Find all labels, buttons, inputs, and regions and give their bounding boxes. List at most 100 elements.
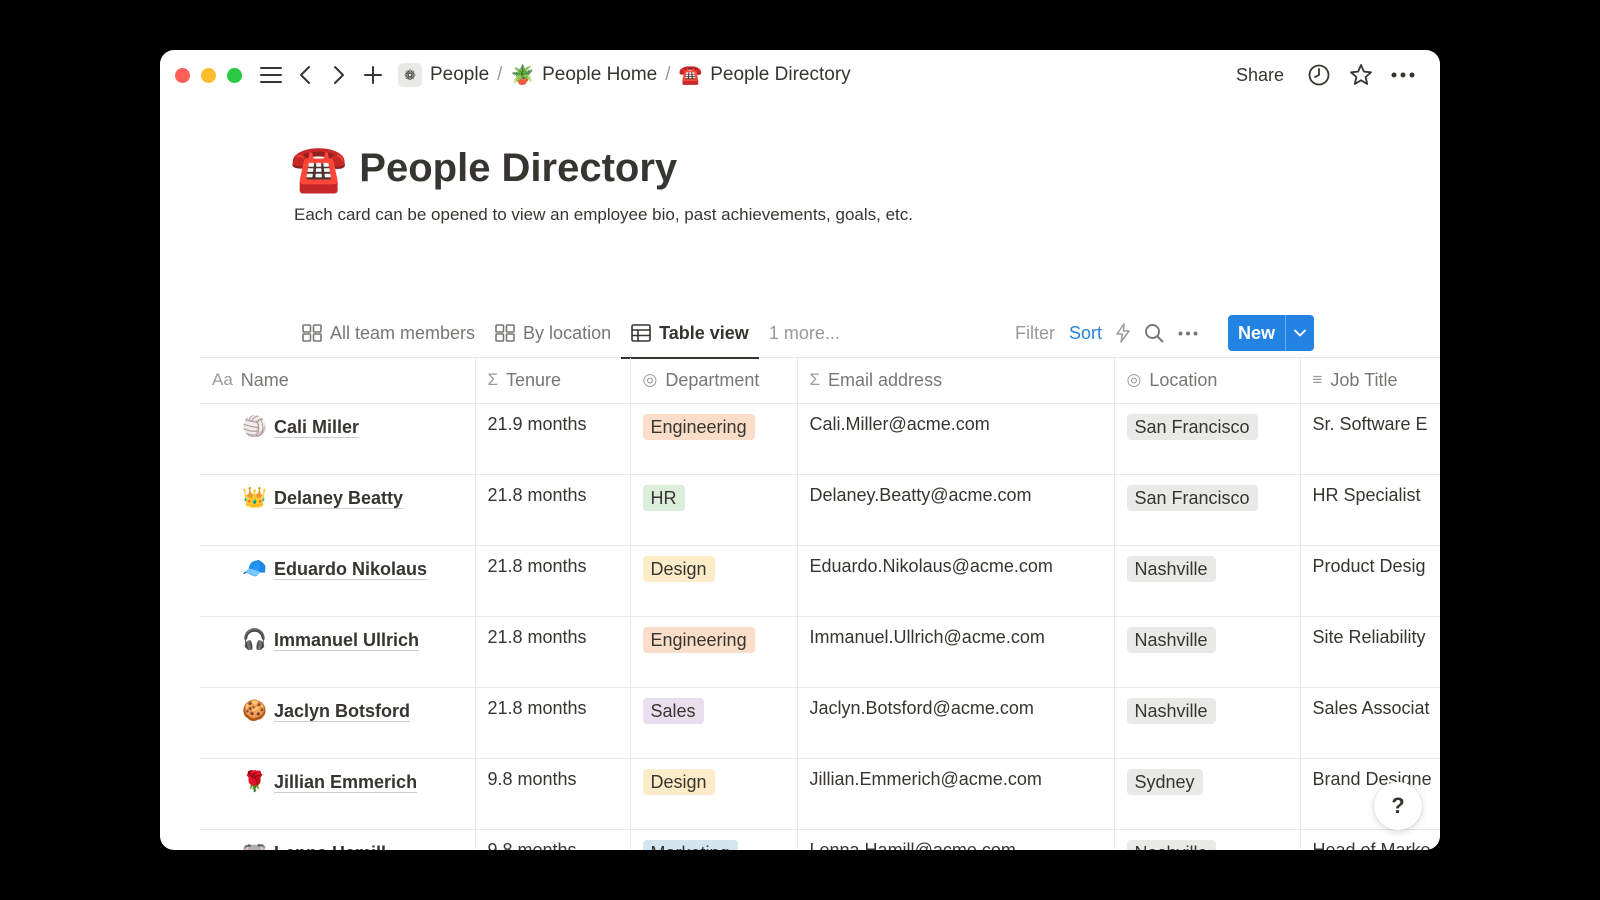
cell-location[interactable]: Nashville [1114,616,1301,688]
cell-name[interactable]: 🏐 Cali Miller [200,403,476,475]
clock-icon[interactable] [1304,60,1334,90]
column-header-content: ≡ Job Title [1313,370,1439,391]
cell-email[interactable]: Cali.Miller@acme.com [797,403,1115,475]
more-options-icon[interactable] [1388,60,1418,90]
tab-all-team-members[interactable]: All team members [292,308,485,358]
cell-name[interactable]: 🍪 Jaclyn Botsford [200,687,476,759]
cell-job-title[interactable]: Product Desig [1300,545,1440,617]
cell-department[interactable]: Engineering [630,616,798,688]
sidebar-menu-icon[interactable] [256,60,286,90]
row-name-link[interactable]: Jillian Emmerich [274,771,418,793]
column-header-job-title[interactable]: ≡ Job Title [1300,358,1440,404]
cell-email[interactable]: Immanuel.Ullrich@acme.com [797,616,1115,688]
cell-location[interactable]: Nashville [1114,545,1301,617]
back-icon[interactable] [290,60,320,90]
forward-icon[interactable] [324,60,354,90]
tab-by-location[interactable]: By location [485,308,621,358]
cell-name[interactable]: 👑 Delaney Beatty [200,474,476,546]
table-row[interactable]: 🏐 Cali Miller 21.9 months Engineering Cali.M… [200,403,1440,475]
column-header-department[interactable]: ◎ Department [630,358,798,404]
row-name-link[interactable]: Delaney Beatty [274,487,404,509]
row-name-link[interactable]: Eduardo Nikolaus [274,558,428,580]
table-row[interactable]: 🌹 Jillian Emmerich 9.8 months Design Jillian… [200,758,1440,830]
cell-email[interactable]: Eduardo.Nikolaus@acme.com [797,545,1115,617]
breadcrumb-people-home[interactable]: 🪴 People Home [506,62,661,88]
row-name-link[interactable]: Lenna Hamill [274,842,387,850]
row-name-link[interactable]: Jaclyn Botsford [274,700,411,722]
column-header-tenure[interactable]: Σ Tenure [475,358,631,404]
cell-department[interactable]: HR [630,474,798,546]
add-page-icon[interactable] [358,60,388,90]
column-header-location[interactable]: ◎ Location [1114,358,1301,404]
cell-email[interactable]: Jaclyn.Botsford@acme.com [797,687,1115,759]
cell-tenure[interactable]: 21.9 months [475,403,631,475]
cell-email[interactable]: Delaney.Beatty@acme.com [797,474,1115,546]
cell-tenure[interactable]: 21.8 months [475,474,631,546]
gallery-icon [302,324,322,342]
breadcrumb-people-directory[interactable]: ☎️ People Directory [675,62,855,88]
cell-tenure[interactable]: 21.8 months [475,616,631,688]
table-row[interactable]: 🧢 Eduardo Nikolaus 21.8 months Design Eduard… [200,545,1440,617]
cell-tenure[interactable]: 9.8 months [475,758,631,830]
table-row[interactable]: 🍪 Jaclyn Botsford 21.8 months Sales Jaclyn.B… [200,687,1440,759]
cell-department[interactable]: Sales [630,687,798,759]
table-row[interactable]: 🎧 Immanuel Ullrich 21.8 months Engineering I… [200,616,1440,688]
cell-location[interactable]: Nashville [1114,687,1301,759]
cell-tenure[interactable]: 21.8 months [475,687,631,759]
help-button[interactable]: ? [1374,782,1422,830]
page-telephone-icon[interactable]: ☎️ [290,145,347,191]
page-description[interactable]: Each card can be opened to view an emplo… [294,205,913,225]
cell-job-title[interactable]: Sr. Software E [1300,403,1440,475]
row-avatar-icon: 🎧 [242,628,267,651]
cell-name[interactable]: 🧢 Eduardo Nikolaus [200,545,476,617]
page-title[interactable]: People Directory [359,146,677,191]
sort-button[interactable]: Sort [1069,323,1102,344]
cell-location[interactable]: Sydney [1114,758,1301,830]
cell-location[interactable]: San Francisco [1114,403,1301,475]
more-options-icon[interactable] [1178,331,1198,336]
row-name-link[interactable]: Cali Miller [274,416,360,438]
column-header-label: Location [1149,369,1218,390]
cell-department[interactable]: Marketing [630,829,798,850]
row-avatar-icon: 👑 [242,486,267,509]
table-row[interactable]: 🐨 Lenna Hamill 9.8 months Marketing Lenna.Ha… [200,829,1440,850]
new-button[interactable]: New [1228,315,1285,351]
cell-tenure[interactable]: 9.8 months [475,829,631,850]
maximize-window-button[interactable] [227,67,242,83]
cell-department[interactable]: Engineering [630,403,798,475]
column-header-name[interactable]: Aa Name [200,358,476,404]
search-icon[interactable] [1144,323,1164,343]
cell-email[interactable]: Lenna.Hamill@acme.com [797,829,1115,850]
cell-name[interactable]: 🐨 Lenna Hamill [200,829,476,850]
cell-job-title[interactable]: Site Reliability [1300,616,1440,688]
cell-job-title[interactable]: HR Specialist [1300,474,1440,546]
automation-lightning-icon[interactable] [1116,323,1130,343]
cell-job-title[interactable]: Head of Marke [1300,829,1440,850]
more-views-button[interactable]: 1 more... [759,308,850,358]
select-property-icon: ◎ [642,370,658,390]
row-name-link[interactable]: Immanuel Ullrich [274,629,420,651]
share-button[interactable]: Share [1228,61,1292,90]
filter-button[interactable]: Filter [1015,323,1055,344]
people-table: Aa Name Σ Tenure ◎ Department Σ Email address ◎ L… [200,358,1440,850]
location-tag: San Francisco [1126,413,1258,440]
cell-location[interactable]: San Francisco [1114,474,1301,546]
cell-department[interactable]: Design [630,545,798,617]
minimize-window-button[interactable] [201,67,216,83]
cell-location[interactable]: Nashville [1114,829,1301,850]
star-icon[interactable] [1346,60,1376,90]
cell-department[interactable]: Design [630,758,798,830]
close-window-button[interactable] [175,67,190,83]
cell-tenure[interactable]: 21.8 months [475,545,631,617]
column-header-email-address[interactable]: Σ Email address [797,358,1115,404]
cell-name[interactable]: 🎧 Immanuel Ullrich [200,616,476,688]
page-title-row: ☎️ People Directory [290,145,913,191]
cell-name[interactable]: 🌹 Jillian Emmerich [200,758,476,830]
department-tag: HR [642,484,685,511]
cell-email[interactable]: Jillian.Emmerich@acme.com [797,758,1115,830]
new-options-chevron-down-icon[interactable] [1285,315,1314,351]
tab-table-view[interactable]: Table view [621,308,759,359]
table-row[interactable]: 👑 Delaney Beatty 21.8 months HR Delaney.Beat… [200,474,1440,546]
breadcrumb-workspace[interactable]: ❁ People [394,61,493,89]
cell-job-title[interactable]: Sales Associat [1300,687,1440,759]
